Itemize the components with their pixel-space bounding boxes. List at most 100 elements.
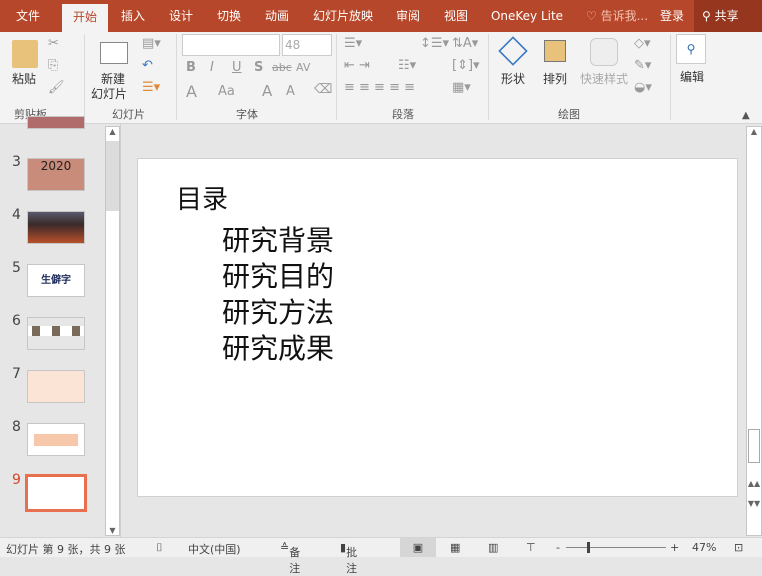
zoom-in-button[interactable]: + bbox=[670, 541, 679, 554]
thumbnail-scrollbar[interactable]: ▲ ▼ bbox=[105, 126, 120, 536]
scroll-up-icon[interactable]: ▲ bbox=[747, 127, 761, 136]
arrange-button[interactable]: 排列 bbox=[543, 70, 567, 87]
tab-insert[interactable]: 插入 bbox=[110, 0, 156, 32]
new-slide-button-line2[interactable]: 幻灯片 bbox=[91, 85, 127, 102]
slide-number: 7 bbox=[12, 366, 21, 382]
divider bbox=[488, 34, 489, 120]
copy-icon[interactable]: ⎘ bbox=[48, 58, 58, 73]
status-bar: 幻灯片 第 9 张，共 9 张 ⌷ 中文(中国) ≙ 备注 ▮ 批注 ▣ ▦ ▥… bbox=[0, 537, 762, 575]
clipboard-paste-icon bbox=[12, 40, 38, 68]
bold-button[interactable]: B bbox=[186, 60, 196, 75]
fit-to-window-icon[interactable]: ⊡ bbox=[734, 541, 743, 554]
tab-onekey[interactable]: OneKey Lite bbox=[486, 0, 568, 32]
comments-button[interactable]: ▮ 批注 bbox=[340, 541, 357, 575]
zoom-out-button[interactable]: - bbox=[556, 541, 560, 554]
share-button[interactable]: ⚲ 共享 bbox=[694, 0, 762, 32]
scroll-down-icon[interactable]: ▼ bbox=[106, 526, 119, 535]
zoom-level[interactable]: 47% bbox=[692, 541, 716, 554]
slide-thumbnail-4[interactable] bbox=[27, 211, 85, 244]
new-slide-icon bbox=[100, 42, 128, 64]
quick-styles-icon bbox=[590, 38, 618, 66]
slide-thumbnail-8[interactable] bbox=[27, 423, 85, 456]
align-icons[interactable]: ≡ ≡ ≡ ≡ ≡ bbox=[344, 80, 415, 95]
language[interactable]: 中文(中国) bbox=[188, 541, 241, 557]
columns-icon[interactable]: ☷▾ bbox=[398, 58, 416, 73]
layout-icon[interactable]: ▤▾ bbox=[142, 36, 161, 51]
zoom-slider[interactable] bbox=[566, 547, 666, 548]
slide-number: 6 bbox=[12, 313, 21, 329]
slide-thumbnail-3[interactable]: 2020 bbox=[27, 158, 85, 191]
list-item: 研究成果 bbox=[222, 332, 335, 365]
shape-outline-icon[interactable]: ✎▾ bbox=[634, 58, 651, 73]
normal-view-icon[interactable]: ▣ bbox=[400, 538, 436, 557]
slide-thumbnail-pane: 3 2020 4 5 生僻字 6 7 8 9 ▲ ▼ bbox=[0, 116, 121, 537]
grow-font-button[interactable]: A bbox=[262, 82, 272, 100]
char-spacing-button[interactable]: AV bbox=[296, 61, 310, 74]
comments-label: 批注 bbox=[346, 546, 358, 575]
shape-fill-icon[interactable]: ◇▾ bbox=[634, 36, 651, 51]
slide-number: 3 bbox=[12, 154, 21, 170]
section-icon[interactable]: ☰▾ bbox=[142, 80, 160, 95]
bullets-icon[interactable]: ☰▾ bbox=[344, 36, 362, 51]
reset-icon[interactable]: ↶ bbox=[142, 58, 153, 73]
tab-slideshow[interactable]: 幻灯片放映 bbox=[306, 0, 380, 32]
strikethrough-button[interactable]: abc bbox=[272, 61, 292, 74]
slide-thumbnail-7[interactable] bbox=[27, 370, 85, 403]
slide-number: 4 bbox=[12, 207, 21, 223]
list-item: 研究背景 bbox=[222, 224, 335, 257]
clear-format-icon[interactable]: ⌫ bbox=[314, 82, 332, 97]
text-direction-icon[interactable]: ⇅A▾ bbox=[452, 36, 478, 51]
slide-sorter-icon[interactable]: ▦ bbox=[450, 541, 460, 554]
slide-thumbnail-9-selected[interactable] bbox=[25, 474, 87, 512]
underline-button[interactable]: U bbox=[232, 60, 242, 75]
collapse-ribbon-icon[interactable]: ▲ bbox=[742, 110, 750, 121]
slideshow-icon[interactable]: ⊤ bbox=[526, 541, 536, 554]
tab-view[interactable]: 视图 bbox=[438, 0, 474, 32]
slide-number: 5 bbox=[12, 260, 21, 276]
cut-icon[interactable]: ✂ bbox=[48, 36, 59, 51]
tell-me-search[interactable]: ♡ 告诉我... bbox=[582, 0, 652, 32]
tab-transitions[interactable]: 切换 bbox=[206, 0, 252, 32]
login-button[interactable]: 登录 bbox=[654, 0, 690, 32]
zoom-slider-thumb[interactable] bbox=[587, 542, 590, 553]
align-text-icon[interactable]: [⇕]▾ bbox=[452, 58, 480, 73]
reading-view-icon[interactable]: ▥ bbox=[488, 541, 498, 554]
spellcheck-icon[interactable]: ⌷ bbox=[156, 541, 163, 555]
quick-styles-button[interactable]: 快速样式 bbox=[580, 70, 628, 87]
slide-thumbnail-6[interactable] bbox=[27, 317, 85, 350]
editing-button[interactable]: 编辑 bbox=[680, 68, 704, 85]
slide-thumbnail-2[interactable] bbox=[27, 116, 85, 129]
slide-title[interactable]: 目录 bbox=[176, 179, 228, 216]
shapes-button[interactable]: 形状 bbox=[501, 70, 525, 87]
paste-button[interactable]: 粘贴 bbox=[12, 70, 36, 87]
shape-effects-icon[interactable]: ◒▾ bbox=[634, 80, 652, 95]
tab-home[interactable]: 开始 bbox=[62, 4, 108, 32]
font-name-input[interactable] bbox=[182, 34, 280, 56]
scrollbar-thumb[interactable] bbox=[748, 429, 760, 463]
slide-body[interactable]: 研究背景 研究目的 研究方法 研究成果 bbox=[222, 223, 334, 367]
tab-review[interactable]: 审阅 bbox=[390, 0, 426, 32]
smartart-icon[interactable]: ▦▾ bbox=[452, 80, 471, 95]
previous-slide-icon[interactable]: ▲▲ bbox=[747, 479, 761, 488]
line-spacing-icon[interactable]: ↕☰▾ bbox=[420, 36, 449, 51]
indent-icon[interactable]: ⇤ ⇥ bbox=[344, 58, 370, 73]
font-size-input[interactable]: 48 bbox=[282, 34, 332, 56]
italic-button[interactable]: I bbox=[210, 60, 214, 75]
editor-scrollbar[interactable]: ▲ ▲▲ ▼▼ bbox=[746, 126, 762, 536]
lightbulb-icon: ♡ bbox=[585, 9, 597, 23]
next-slide-icon[interactable]: ▼▼ bbox=[747, 499, 761, 508]
notes-button[interactable]: ≙ 备注 bbox=[280, 541, 300, 575]
format-painter-icon[interactable]: 🖌 bbox=[48, 80, 65, 95]
scroll-up-icon[interactable]: ▲ bbox=[106, 127, 119, 136]
tab-file[interactable]: 文件 bbox=[4, 0, 52, 32]
shadow-button[interactable]: S bbox=[254, 60, 263, 75]
change-case-button[interactable]: Aa bbox=[218, 84, 235, 99]
tab-design[interactable]: 设计 bbox=[158, 0, 204, 32]
font-color-button[interactable]: A bbox=[186, 82, 197, 101]
slide-canvas[interactable]: 目录 研究背景 研究目的 研究方法 研究成果 bbox=[137, 158, 738, 497]
shrink-font-button[interactable]: A bbox=[286, 84, 295, 99]
slide-thumbnail-5[interactable]: 生僻字 bbox=[27, 264, 85, 297]
notes-label: 备注 bbox=[289, 546, 301, 575]
tab-animations[interactable]: 动画 bbox=[254, 0, 300, 32]
shapes-icon bbox=[498, 36, 528, 66]
